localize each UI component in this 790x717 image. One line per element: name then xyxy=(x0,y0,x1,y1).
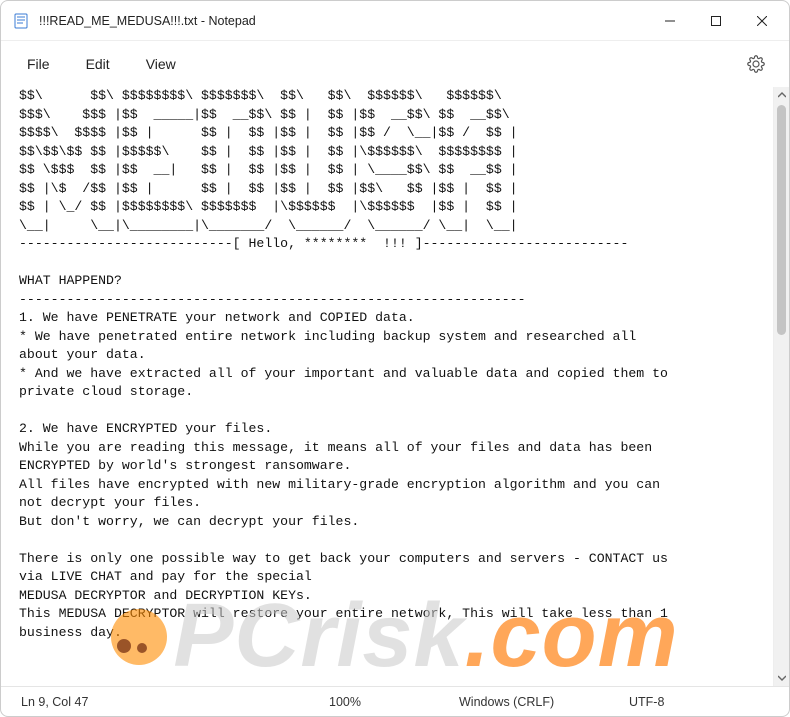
close-button[interactable] xyxy=(739,5,785,37)
notepad-window: !!!READ_ME_MEDUSA!!!.txt - Notepad File … xyxy=(0,0,790,717)
vertical-scrollbar[interactable] xyxy=(773,87,789,686)
maximize-button[interactable] xyxy=(693,5,739,37)
chevron-up-icon xyxy=(778,91,786,99)
status-cursor-position: Ln 9, Col 47 xyxy=(9,695,259,709)
minimize-icon xyxy=(665,16,675,26)
gear-icon xyxy=(747,55,765,73)
chevron-down-icon xyxy=(778,674,786,682)
status-bar: Ln 9, Col 47 100% Windows (CRLF) UTF-8 xyxy=(1,686,789,716)
status-zoom[interactable]: 100% xyxy=(259,695,459,709)
window-controls xyxy=(647,5,785,37)
scroll-up-button[interactable] xyxy=(774,87,789,103)
settings-button[interactable] xyxy=(733,55,779,73)
minimize-button[interactable] xyxy=(647,5,693,37)
title-bar: !!!READ_ME_MEDUSA!!!.txt - Notepad xyxy=(1,1,789,41)
editor-area: $$\ $$\ $$$$$$$$\ $$$$$$$\ $$\ $$\ $$$$$… xyxy=(1,87,789,686)
close-icon xyxy=(757,16,767,26)
menu-file[interactable]: File xyxy=(11,50,66,78)
scroll-thumb[interactable] xyxy=(777,105,786,335)
text-content-area[interactable]: $$\ $$\ $$$$$$$$\ $$$$$$$\ $$\ $$\ $$$$$… xyxy=(1,87,773,686)
menu-view[interactable]: View xyxy=(130,50,192,78)
status-line-ending: Windows (CRLF) xyxy=(459,695,629,709)
document-text[interactable]: $$\ $$\ $$$$$$$$\ $$$$$$$\ $$\ $$\ $$$$$… xyxy=(19,87,759,642)
status-encoding: UTF-8 xyxy=(629,695,781,709)
menu-edit[interactable]: Edit xyxy=(70,50,126,78)
menu-bar: File Edit View xyxy=(1,41,789,87)
notepad-icon xyxy=(13,13,29,29)
window-title: !!!READ_ME_MEDUSA!!!.txt - Notepad xyxy=(39,14,647,28)
maximize-icon xyxy=(711,16,721,26)
scroll-down-button[interactable] xyxy=(774,670,789,686)
